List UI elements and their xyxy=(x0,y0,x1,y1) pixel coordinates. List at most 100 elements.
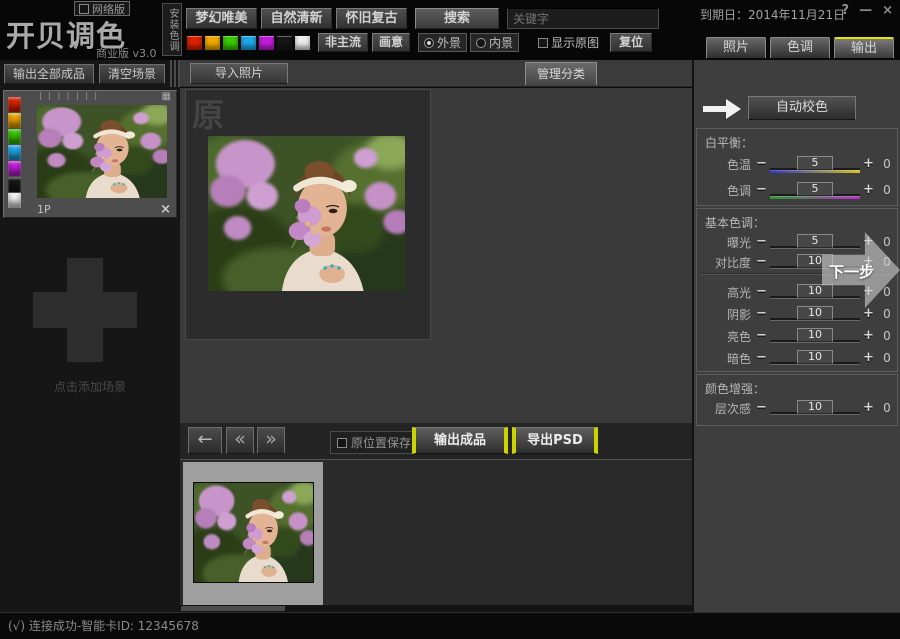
keyword-input[interactable] xyxy=(507,8,659,29)
swatch-icon[interactable] xyxy=(8,193,21,208)
checkbox-icon[interactable] xyxy=(79,4,89,14)
color-swatch-purple[interactable] xyxy=(258,35,275,51)
color-swatch-orange[interactable] xyxy=(204,35,221,51)
reset-button[interactable]: 复位 xyxy=(610,33,652,52)
slider-track[interactable]: 10 xyxy=(770,306,860,323)
slider-darks: 暗色 − 10 + 0 xyxy=(701,349,895,367)
import-photos-button[interactable]: 导入照片 xyxy=(190,63,288,84)
tick-marks: | | | | | | | xyxy=(39,91,99,100)
slider-track[interactable]: 10 xyxy=(770,284,860,301)
install-presets-button[interactable]: 安装色调 xyxy=(162,3,182,56)
output-all-button[interactable]: 输出全部成品 xyxy=(4,64,94,84)
add-scene-button[interactable]: 点击添加场景 xyxy=(0,220,180,400)
back-arrow-button[interactable]: ← xyxy=(188,427,222,454)
manage-categories-button[interactable]: 管理分类 xyxy=(525,62,597,85)
preset-row-2: 非主流 画意 外景 内景 显示原图 复位 xyxy=(186,33,652,52)
scene-swatch-column xyxy=(8,97,21,209)
slider-track[interactable]: 10 xyxy=(770,350,860,367)
color-swatch-green[interactable] xyxy=(222,35,239,51)
slider-track[interactable]: 5 xyxy=(770,182,860,199)
group-title: 基本色调： xyxy=(705,214,765,231)
slider-value: 10 xyxy=(797,328,833,342)
swatch-icon[interactable] xyxy=(8,177,21,192)
slider-label: 层次感 xyxy=(701,400,751,417)
minus-icon[interactable]: − xyxy=(754,285,769,299)
tab-output[interactable]: 输出 xyxy=(834,37,894,58)
swatch-icon[interactable] xyxy=(8,97,21,112)
network-edition-checkbox[interactable]: 网络版 xyxy=(74,1,130,16)
help-button[interactable]: ? xyxy=(842,3,850,18)
keep-location-checkbox[interactable]: 原位置保存 xyxy=(330,431,418,454)
color-swatch-black[interactable] xyxy=(276,35,293,51)
color-swatch-blue[interactable] xyxy=(240,35,257,51)
tag-button-artistic[interactable]: 画意 xyxy=(372,33,410,52)
previous-button[interactable]: « xyxy=(226,427,254,454)
preview-photo xyxy=(208,136,405,291)
minus-icon[interactable]: − xyxy=(754,307,769,321)
minus-icon[interactable]: − xyxy=(754,401,769,415)
plus-icon[interactable]: + xyxy=(861,183,876,197)
minimize-button[interactable]: — xyxy=(859,3,872,18)
plus-icon[interactable]: + xyxy=(861,401,876,415)
slider-track[interactable]: 5 xyxy=(770,156,860,173)
plus-icon[interactable]: + xyxy=(861,157,876,171)
slider-track[interactable]: 10 xyxy=(770,328,860,345)
scrollbar-thumb[interactable] xyxy=(181,606,285,611)
tag-button-nonmainstream[interactable]: 非主流 xyxy=(318,33,368,52)
keep-location-label: 原位置保存 xyxy=(351,434,411,451)
grid-icon[interactable]: ▦ xyxy=(162,91,171,102)
swatch-icon[interactable] xyxy=(8,161,21,176)
gradient-bar xyxy=(770,170,860,173)
plus-icon[interactable]: + xyxy=(861,329,876,343)
export-psd-button[interactable]: 导出PSD xyxy=(512,427,598,454)
minus-icon[interactable]: − xyxy=(754,235,769,249)
close-button[interactable]: × xyxy=(882,3,893,18)
swatch-icon[interactable] xyxy=(8,113,21,128)
style-button-dreamy[interactable]: 梦幻唯美 xyxy=(186,8,257,29)
next-button[interactable]: » xyxy=(257,427,285,454)
slider-label: 色调 xyxy=(701,182,751,199)
checkbox-icon[interactable] xyxy=(538,38,548,48)
color-swatch-red[interactable] xyxy=(186,35,203,51)
close-icon[interactable]: × xyxy=(160,202,171,217)
slider-label: 暗色 xyxy=(701,350,751,367)
slider-label: 阴影 xyxy=(701,306,751,323)
plus-icon[interactable]: + xyxy=(861,351,876,365)
original-preview-box: 原 xyxy=(185,89,431,340)
style-button-natural[interactable]: 自然清新 xyxy=(261,8,332,29)
minus-icon[interactable]: − xyxy=(754,329,769,343)
search-button[interactable]: 搜索 xyxy=(415,8,499,29)
scene-card[interactable]: | | | | | | | ▦ 1P × xyxy=(3,90,177,218)
radio-icon[interactable] xyxy=(476,38,486,48)
plus-icon[interactable]: + xyxy=(861,307,876,321)
filmstrip-photo[interactable] xyxy=(193,482,314,583)
color-enhance-group: 颜色增强： 层次感 − 10 + 0 xyxy=(696,374,898,426)
tab-color[interactable]: 色调 xyxy=(770,37,830,58)
clear-scenes-button[interactable]: 清空场景 xyxy=(99,64,165,84)
swatch-icon[interactable] xyxy=(8,129,21,144)
minus-icon[interactable]: − xyxy=(754,255,769,269)
center-top-strip: 导入照片 管理分类 xyxy=(180,60,692,87)
minus-icon[interactable]: − xyxy=(754,157,769,171)
output-product-button[interactable]: 输出成品 xyxy=(412,427,508,454)
radio-checked-icon[interactable] xyxy=(424,38,434,48)
slider-value: 10 xyxy=(797,400,833,414)
slider-label: 高光 xyxy=(701,284,751,301)
slider-color-temp: 色温 − 5 + 0 xyxy=(701,155,895,173)
auto-color-button[interactable]: 自动校色 xyxy=(748,96,856,120)
slider-track[interactable]: 10 xyxy=(770,400,860,417)
radio-indoor[interactable]: 内景 xyxy=(470,33,519,52)
minus-icon[interactable]: − xyxy=(754,351,769,365)
minus-icon[interactable]: − xyxy=(754,183,769,197)
slider-track[interactable]: 5 xyxy=(770,234,860,251)
radio-outdoor[interactable]: 外景 xyxy=(418,33,467,52)
show-original-checkbox[interactable]: 显示原图 xyxy=(533,33,604,52)
swatch-icon[interactable] xyxy=(8,145,21,160)
tab-photos[interactable]: 照片 xyxy=(706,37,766,58)
style-button-retro[interactable]: 怀旧复古 xyxy=(336,8,407,29)
scene-thumbnail-photo[interactable] xyxy=(37,105,167,198)
show-original-label: 显示原图 xyxy=(551,34,599,51)
filmstrip-selected-cell[interactable] xyxy=(183,462,323,605)
color-swatch-white[interactable] xyxy=(294,35,311,51)
checkbox-icon[interactable] xyxy=(337,438,347,448)
